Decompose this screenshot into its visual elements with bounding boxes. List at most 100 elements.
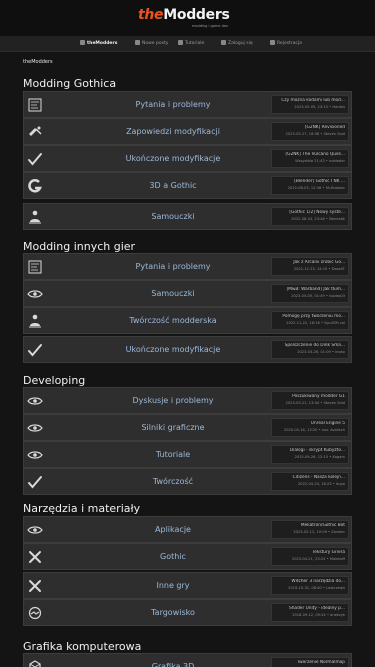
- last-post-meta: 2023-03-26, 01:09 • kroko: [297, 350, 345, 354]
- posts-icon: [135, 40, 140, 45]
- nav-item-4[interactable]: Rejestracja: [270, 40, 302, 46]
- eye-icon: [27, 447, 43, 463]
- check-icon: [27, 342, 43, 358]
- forum-link[interactable]: Tutoriale: [50, 450, 296, 459]
- nav-item-label: Zaloguj się: [228, 41, 253, 46]
- forum-link[interactable]: Grafika 3D: [50, 662, 296, 667]
- last-post-title[interactable]: Citizens - Nasza kolejn...: [274, 475, 345, 480]
- last-post-box: Pomogę przy tworzeniu mo... 2022-11-22, 1…: [271, 311, 349, 330]
- scroll-icon: [27, 97, 43, 113]
- register-icon: [270, 40, 275, 45]
- last-post-meta: 2023-04-21, 23:24 • Malekoff: [291, 557, 345, 561]
- forum-row: 3D a Gothic [Blender] Gothic I NK ... 2022…: [23, 172, 352, 199]
- last-post-title[interactable]: [G2NK] The Vulcano Ques...: [274, 152, 345, 157]
- forum-link[interactable]: Pytania i problemy: [50, 100, 296, 109]
- last-post-box: Witcher 3 narzędzia do... 2019-10-31, 08:…: [271, 576, 349, 595]
- tools-icon: [27, 578, 43, 594]
- last-post-box: Shader Unity - idealny p... 2018-09-12, 0…: [271, 603, 349, 622]
- forum-link[interactable]: Twórczość: [50, 477, 296, 486]
- forum-link[interactable]: Silniki graficzne: [50, 423, 296, 432]
- nav-item-0[interactable]: theModders: [80, 40, 117, 46]
- last-post-meta: 2022-11-22, 16:16 • Spr-KOR.col: [286, 321, 345, 325]
- section-title[interactable]: Developing: [23, 374, 85, 387]
- last-post-title[interactable]: Unreal Engine 5: [274, 421, 345, 426]
- forum-row: Samouczki [M&B: Warband] Jak tłum... 2023-…: [23, 280, 352, 307]
- login-icon: [221, 40, 226, 45]
- section-title[interactable]: Narzędzia i materiały: [23, 502, 140, 515]
- forum-link[interactable]: Aplikacje: [50, 525, 296, 534]
- gothic-g-icon: [27, 178, 43, 194]
- last-post-meta: 2022-08-03, 23:48 • Bennabk: [291, 217, 345, 221]
- forum-row: Silniki graficzne Unreal Engine 5 2020-05-…: [23, 414, 352, 441]
- last-post-title[interactable]: Tekstury Griera: [274, 550, 345, 555]
- nav-item-3[interactable]: Zaloguj się: [221, 40, 253, 46]
- last-post-title[interactable]: Jak z Arcanii zrobić Go...: [274, 260, 345, 265]
- forum-row: Ukończone modyfikacje Spolszczenie do Din…: [23, 336, 352, 363]
- megaphone-icon: [27, 124, 43, 140]
- forum-row: Grafika 3DTworzenie Normalmap2023-01-03,…: [23, 653, 352, 667]
- eye-icon: [27, 420, 43, 436]
- section-title[interactable]: Modding Gothica: [23, 77, 116, 90]
- last-post-meta: 2023-02-12, 10:09 • Zaveler: [293, 530, 345, 534]
- forum-link[interactable]: Pytania i problemy: [50, 262, 296, 271]
- forum-link[interactable]: Dyskusje i problemy: [50, 396, 296, 405]
- last-post-title[interactable]: [G2NK] Revisioned: [274, 125, 345, 130]
- last-post-box: Unreal Engine 5 2020-05-16, 13:20 • xxz. …: [271, 418, 349, 437]
- forum-row: Inne gry Witcher 3 narzędzia do... 2019-10…: [23, 572, 352, 599]
- breadcrumb[interactable]: theModders: [23, 59, 53, 65]
- nav-item-label: Tutoriale: [185, 41, 205, 46]
- forum-row: Ukończone modyfikacje [G2NK] The Vulcano …: [23, 145, 352, 172]
- home-icon: [80, 40, 85, 45]
- nav-item-1[interactable]: Nowe posty: [135, 40, 168, 46]
- forum-row: Dyskusje i problemy Poszukiwany modder G1…: [23, 387, 352, 414]
- last-post-box: [Gothic 1/2] Nowy syste... 2022-08-03, 23…: [271, 207, 349, 226]
- eye-icon: [27, 393, 43, 409]
- last-post-box: Citizens - Nasza kolejn... 2022-04-24, 18…: [271, 472, 349, 491]
- forum-link[interactable]: Twórczość modderska: [50, 316, 296, 325]
- site-tagline: modding i game dev: [192, 24, 229, 28]
- nav-item-2[interactable]: Tutoriale: [178, 40, 204, 46]
- eye-icon: [27, 286, 43, 302]
- section-title[interactable]: Modding innych gier: [23, 240, 135, 253]
- check-icon: [27, 474, 43, 490]
- last-post-title[interactable]: Dialogi - skrypt Kubyzto...: [274, 448, 345, 453]
- section-title[interactable]: Grafika komputerowa: [23, 640, 141, 653]
- last-post-title[interactable]: Pomogę przy tworzeniu mo...: [274, 314, 345, 319]
- forum-link[interactable]: Inne gry: [50, 581, 296, 590]
- nav-item-label: theModders: [87, 41, 118, 46]
- last-post-box: Tekstury Griera 2023-04-21, 23:24 • Malek…: [271, 547, 349, 566]
- last-post-title[interactable]: Shader Unity - idealny p...: [274, 606, 345, 611]
- forum-link[interactable]: Targowisko: [50, 608, 296, 617]
- last-post-title[interactable]: Mekatron/Gothic Bot: [274, 523, 345, 528]
- info-icon: [178, 40, 183, 45]
- forum-link[interactable]: Samouczki: [50, 289, 296, 298]
- last-post-box: [G2NK] The Vulcano Ques... Wszystkie 21:4…: [271, 149, 349, 168]
- last-post-title[interactable]: [M&B: Warband] Jak tłum...: [274, 287, 345, 292]
- last-post-box: [M&B: Warband] Jak tłum... 2023-05-05, 01…: [271, 284, 349, 303]
- forum-row: Pytania i problemy Czy można kodami lub m…: [23, 91, 352, 118]
- forum-link[interactable]: Gothic: [50, 552, 296, 561]
- forum-link[interactable]: Ukończone modyfikacje: [50, 345, 296, 354]
- last-post-title[interactable]: Witcher 3 narzędzia do...: [274, 579, 345, 584]
- last-post-title[interactable]: Czy można kodami lub mod...: [274, 98, 345, 103]
- last-post-title[interactable]: [Gothic 1/2] Nowy syste...: [274, 210, 345, 215]
- forum-link[interactable]: Samouczki: [50, 212, 296, 221]
- eye-icon: [27, 522, 43, 538]
- last-post-meta: 2022-12-23, 14:19 • DaseliT: [293, 267, 345, 271]
- last-post-title[interactable]: Spolszczenie do Dink Sma...: [274, 343, 345, 348]
- last-post-box: Jak z Arcanii zrobić Go... 2022-12-23, 14…: [271, 257, 349, 276]
- forum-link[interactable]: Ukończone modyfikacje: [50, 154, 296, 163]
- forum-link[interactable]: 3D a Gothic: [50, 181, 296, 190]
- last-post-meta: 2023-05-05, 01:49 • kubiss03: [291, 294, 345, 298]
- last-post-title[interactable]: Poszukiwany modder G1: [274, 394, 345, 399]
- last-post-meta: 2015-09-26, 12:15 • Kagam: [294, 455, 345, 459]
- forum-link[interactable]: Zapowiedzi modyfikacji: [50, 127, 296, 136]
- last-post-box: Dialogi - skrypt Kubyzto... 2015-09-26, 1…: [271, 445, 349, 464]
- last-post-meta: 2023-03-21, 13:44 • Steven Said: [285, 401, 345, 405]
- nav-item-label: Rejestracja: [277, 41, 302, 46]
- last-post-meta: 2023-05-05, 23:10 • Hardos: [294, 105, 345, 109]
- last-post-title[interactable]: Tworzenie Normalmap: [274, 660, 345, 665]
- last-post-title[interactable]: [Blender] Gothic I NK ...: [274, 179, 345, 184]
- check-icon: [27, 151, 43, 167]
- handshake-icon: [27, 605, 43, 621]
